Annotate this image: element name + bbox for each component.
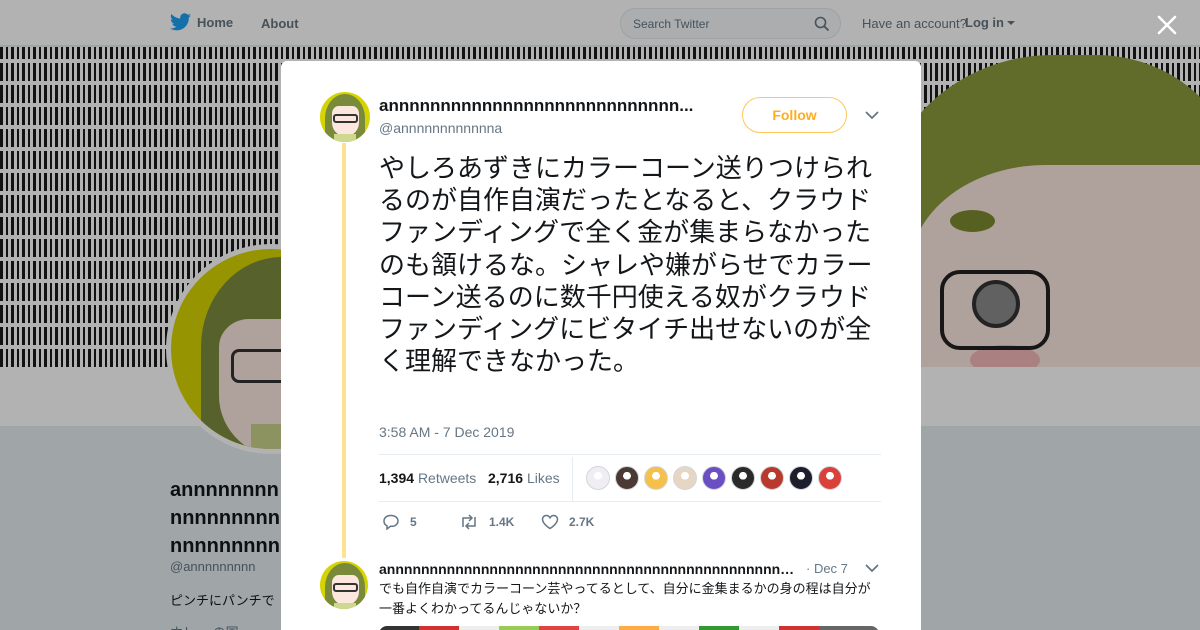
liker-avatar-7[interactable] (760, 466, 784, 490)
chevron-down-icon[interactable] (865, 563, 879, 573)
like-action-count: 2.7K (569, 515, 595, 529)
like-action[interactable]: 2.7K (541, 514, 594, 530)
tweet-author-handle[interactable]: @annnnnnnnnnnna (379, 120, 502, 136)
tweet-timestamp[interactable]: 3:58 AM - 7 Dec 2019 (379, 424, 514, 440)
liker-avatar-3[interactable] (644, 466, 668, 490)
reply-media-preview[interactable] (379, 626, 879, 630)
like-stat[interactable]: 2,716 Likes (488, 470, 560, 486)
liker-avatar-2[interactable] (615, 466, 639, 490)
retweet-label: Retweets (417, 470, 477, 486)
stats-divider (572, 457, 573, 501)
liker-avatar-5[interactable] (702, 466, 726, 490)
close-icon[interactable] (1154, 12, 1180, 38)
thread-connector-line (342, 143, 346, 558)
retweet-count: 1,394 (379, 470, 415, 486)
liker-avatar-9[interactable] (818, 466, 842, 490)
like-count: 2,716 (488, 470, 524, 486)
liker-avatar-8[interactable] (789, 466, 813, 490)
tweet-author-name[interactable]: annnnnnnnnnnnnnnnnnnnnnnnnnnn... (379, 96, 699, 116)
tweet-stats: 1,394 Retweets 2,716 Likes (379, 454, 881, 502)
reply-author-name[interactable]: annnnnnnnnnnnnnnnnnnnnnnnnnnnnnnnnnnnnnn… (379, 561, 799, 577)
reply-date[interactable]: · Dec 7 (806, 561, 848, 576)
reply-action[interactable]: 5 (382, 514, 417, 531)
follow-button[interactable]: Follow (742, 97, 847, 133)
retweet-action-count: 1.4K (489, 515, 515, 529)
tweet-modal: annnnnnnnnnnnnnnnnnnnnnnnnnnn... @annnnn… (281, 61, 921, 630)
liker-avatar-6[interactable] (731, 466, 755, 490)
liker-avatar-1[interactable] (586, 466, 610, 490)
chevron-down-icon[interactable] (865, 110, 879, 120)
retweet-action[interactable]: 1.4K (459, 514, 514, 530)
tweet-text: やしろあずきにカラーコーン送りつけられるのが自作自演だったとなると、クラウドファ… (379, 154, 873, 378)
retweet-icon (462, 514, 476, 530)
retweet-stat[interactable]: 1,394 Retweets (379, 470, 476, 486)
heart-icon (541, 514, 559, 530)
reply-text: でも自作自演でカラーコーン芸やってるとして、自分に金集まるかの身の程は自分が一番… (379, 582, 871, 617)
tweet-author-avatar[interactable] (320, 92, 370, 142)
like-label: Likes (526, 470, 560, 486)
liker-avatar-4[interactable] (673, 466, 697, 490)
reply-author-avatar[interactable] (320, 561, 368, 609)
reply-icon (383, 514, 399, 531)
reply-count: 5 (410, 515, 417, 529)
